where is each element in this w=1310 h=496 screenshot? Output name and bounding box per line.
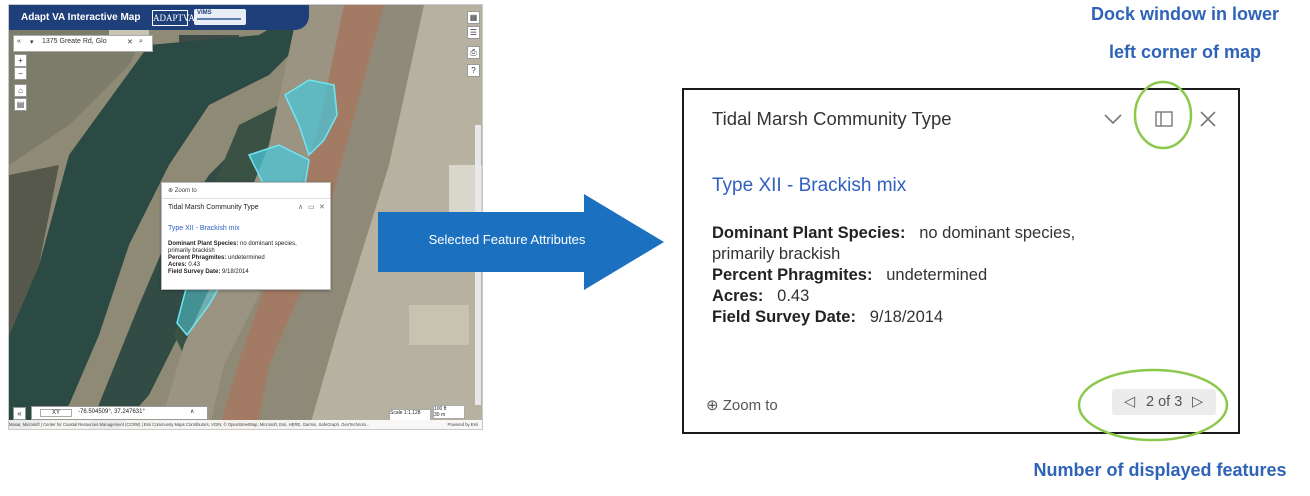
count-callout: Number of displayed features [1033,460,1287,480]
popup-field: Field Survey Date: 9/18/2014 [712,308,944,326]
map-popup-collapse-icon[interactable]: ∧ [298,203,303,211]
popup-field: primarily brackish [712,245,841,263]
popup-field: Dominant Plant Species: no dominant spec… [712,224,1076,242]
close-icon[interactable] [1197,108,1219,130]
scale-bar-meters: 30 m [434,412,446,418]
search-icon[interactable]: ⌕ [139,38,143,46]
map-popup-close-icon[interactable]: ✕ [319,203,325,211]
coord-value: -76.504509°, 37.247631° [78,409,145,415]
popup-title: Tidal Marsh Community Type [712,108,952,129]
search-bar[interactable]: « ▾ 1375 Greate Rd, Glo ✕ ⌕ [13,35,153,52]
home-icon[interactable]: ⌂ [14,84,27,97]
popup-heading: Type XII - Brackish mix [712,175,907,196]
scale-bar: 100 ft 30 m [433,405,465,419]
map-popup-row: primarily brackish [168,248,215,254]
app-title: Adapt VA Interactive Map [21,12,141,23]
print-icon[interactable]: ⎙ [467,46,480,59]
map-popup-title: Tidal Marsh Community Type [168,204,259,211]
map-popup-row: Dominant Plant Species: no dominant spec… [168,241,297,247]
vims-logo: VIMS [194,9,246,25]
compass-icon[interactable]: ▤ [14,98,27,111]
expand-left-icon[interactable]: « [13,407,26,420]
map-popup-row: Percent Phragmites: undetermined [168,255,265,261]
popup-field: Acres: 0.43 [712,287,810,305]
powered-by-esri[interactable]: Powered by Esri [448,420,479,429]
map-popup-row: Acres: 0.43 [168,262,201,268]
dock-highlight-circle [1133,80,1193,150]
attribution-text: Maxar, Microsoft | Center for Coastal Re… [9,422,370,427]
search-input[interactable]: 1375 Greate Rd, Glo [42,38,107,45]
map-popup-row: Field Survey Date: 9/18/2014 [168,269,249,275]
help-icon[interactable]: ? [467,64,480,77]
zoom-in-button[interactable]: + [14,54,27,67]
coordinate-bar: XY -76.504509°, 37.247631° ∧ [31,406,208,420]
map-popup-heading: Type XII - Brackish mix [168,225,240,232]
popup-field: Percent Phragmites: undetermined [712,266,988,284]
arrow-label: Selected Feature Attributes [428,232,586,247]
map-popup-zoom-to[interactable]: ⊕ Zoom to [168,187,197,194]
chevron-down-icon[interactable]: ▾ [30,38,34,46]
zoom-out-button[interactable]: − [14,67,27,80]
attribution-bar: Maxar, Microsoft | Center for Coastal Re… [9,420,482,429]
adaptva-logo: ADAPTVA [152,10,195,26]
divider [162,198,330,199]
zoom-to-button[interactable]: ⊕ Zoom to [706,396,778,414]
basemap-gallery-icon[interactable]: ▦ [467,11,480,24]
dock-callout-line1: Dock window in lower [1090,4,1279,24]
collapse-left-icon[interactable]: « [17,38,21,45]
chevron-down-icon[interactable] [1102,108,1124,130]
chevron-up-icon[interactable]: ∧ [190,408,194,415]
map-popup: ⊕ Zoom to Tidal Marsh Community Type ∧ ▭… [161,182,331,290]
layer-list-icon[interactable]: ☰ [467,26,480,39]
zoom-in-icon: ⊕ [706,397,719,414]
vims-logo-text: VIMS [197,10,212,16]
count-highlight-circle [1077,368,1229,442]
app-header: Adapt VA Interactive Map ADAPTVA VIMS [9,5,309,30]
dock-callout-line2: left corner of map [1108,42,1262,62]
clear-icon[interactable]: ✕ [127,38,133,46]
coord-mode-select[interactable]: XY [40,409,72,417]
map-popup-dock-icon[interactable]: ▭ [308,203,315,211]
